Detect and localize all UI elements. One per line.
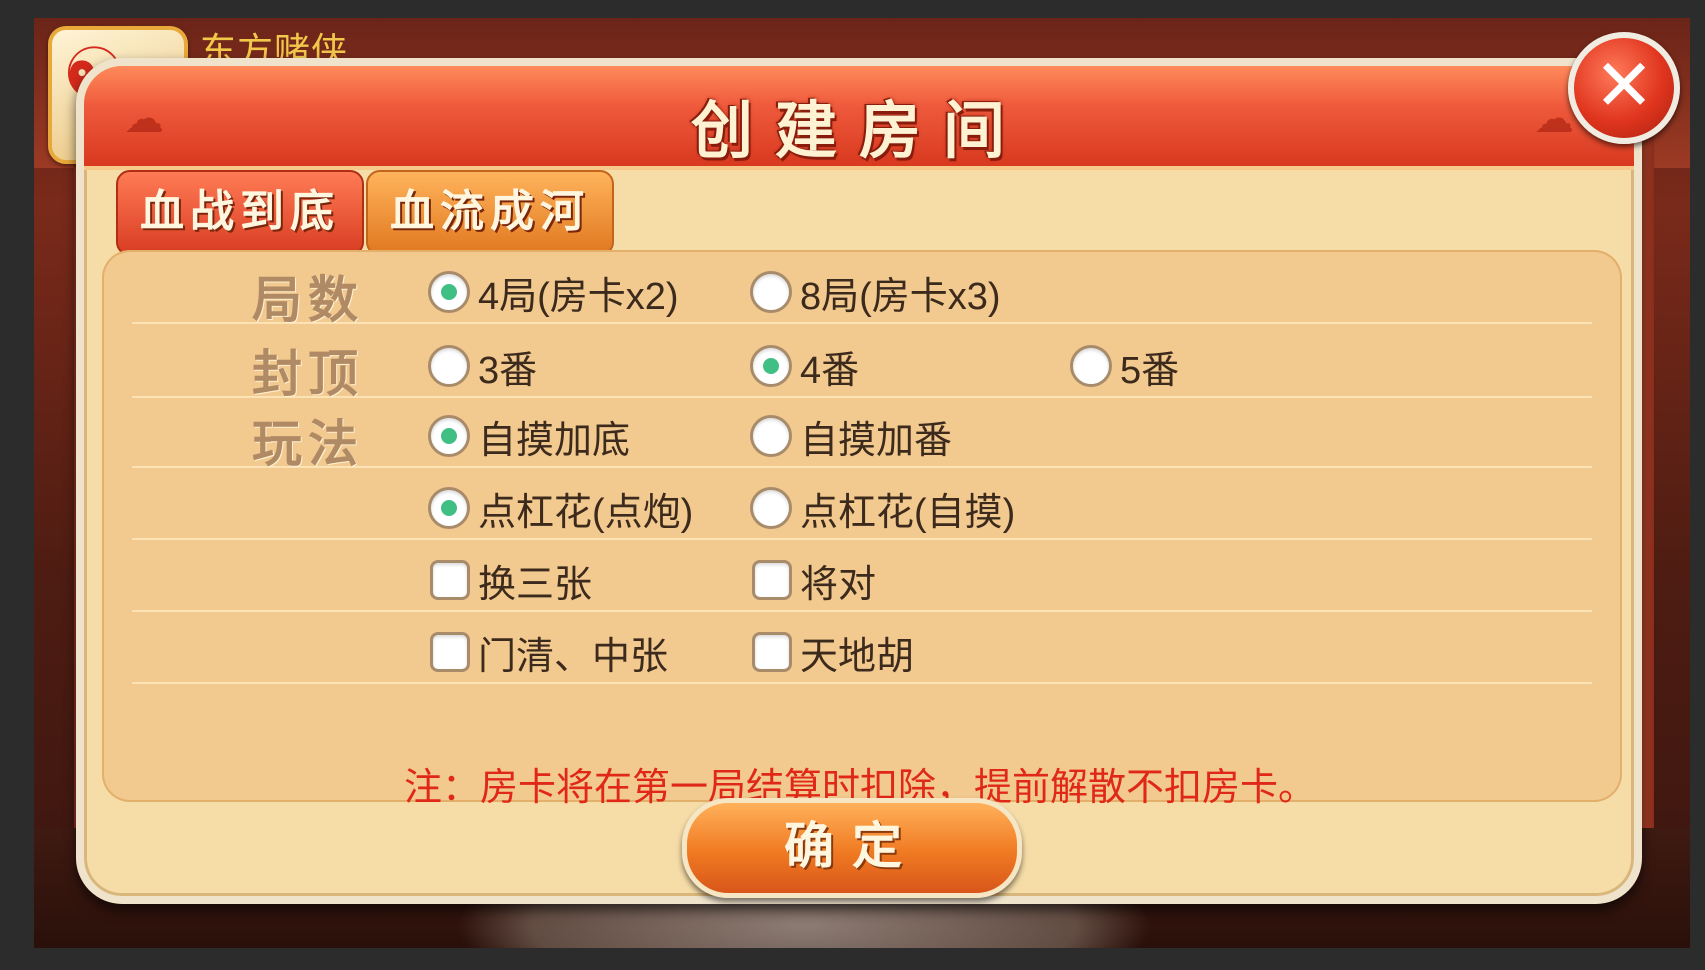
row-divider (132, 538, 1592, 540)
radio-selected[interactable] (428, 271, 470, 313)
cap-label: 封顶 (252, 344, 364, 403)
kong-flower-discard-option[interactable]: 点杠花(点炮) (428, 480, 693, 536)
cap-option-5[interactable]: 5番 (1070, 338, 1179, 394)
row-divider (132, 682, 1592, 684)
close-icon: ✕ (1593, 43, 1655, 127)
rounds-option-4[interactable]: 4局(房卡x2) (428, 264, 679, 320)
confirm-button[interactable]: 确定 (682, 798, 1022, 898)
radio-unselected[interactable] (1070, 345, 1112, 387)
create-room-dialog: ☁ ☁ 创建房间 血战到底 血流成河 局数 4局(房卡x2) 8局(房卡x3) … (76, 58, 1642, 904)
rounds-option-8[interactable]: 8局(房卡x3) (750, 264, 1001, 320)
tab-xueliu[interactable]: 血流成河 (366, 170, 614, 256)
radio-unselected[interactable] (750, 271, 792, 313)
self-draw-fan-option[interactable]: 自摸加番 (750, 408, 952, 464)
radio-selected[interactable] (428, 487, 470, 529)
row-divider (132, 610, 1592, 612)
tab-xuezhan[interactable]: 血战到底 (116, 170, 364, 276)
checkbox[interactable] (752, 632, 792, 672)
close-button[interactable]: ✕ (1568, 32, 1680, 144)
dialog-header: ☁ ☁ 创建房间 (84, 66, 1634, 170)
radio-selected[interactable] (750, 345, 792, 387)
cap-option-4[interactable]: 4番 (750, 338, 859, 394)
concealed-middle-checkbox[interactable]: 门清、中张 (430, 624, 668, 680)
heaven-earth-hu-checkbox[interactable]: 天地胡 (752, 624, 914, 680)
checkbox[interactable] (430, 560, 470, 600)
rounds-label: 局数 (252, 270, 364, 329)
options-panel: 局数 4局(房卡x2) 8局(房卡x3) 封顶 3番 4番 5番 玩法 自摸加底 (102, 250, 1622, 802)
radio-selected[interactable] (428, 415, 470, 457)
cap-option-3[interactable]: 3番 (428, 338, 537, 394)
checkbox[interactable] (752, 560, 792, 600)
pairs-checkbox[interactable]: 将对 (752, 552, 876, 608)
play-label: 玩法 (252, 414, 364, 473)
self-draw-base-option[interactable]: 自摸加底 (428, 408, 630, 464)
radio-unselected[interactable] (750, 415, 792, 457)
dialog-title: 创建房间 (690, 94, 1027, 167)
radio-unselected[interactable] (750, 487, 792, 529)
exchange-three-checkbox[interactable]: 换三张 (430, 552, 592, 608)
radio-unselected[interactable] (428, 345, 470, 387)
checkbox[interactable] (430, 632, 470, 672)
kong-flower-selfdraw-option[interactable]: 点杠花(自摸) (750, 480, 1015, 536)
